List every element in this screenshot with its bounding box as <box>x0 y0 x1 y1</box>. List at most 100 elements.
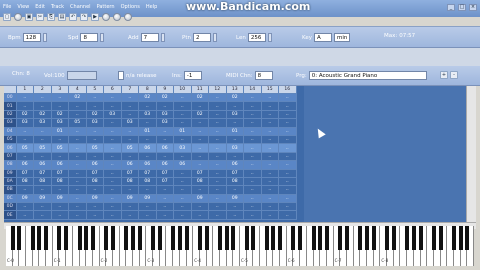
grid-cell[interactable]: .. <box>16 152 34 162</box>
grid-cell[interactable]: .. <box>243 185 262 195</box>
grid-cell[interactable]: 01 <box>173 127 192 136</box>
grid-cell[interactable]: .. <box>68 169 87 178</box>
new-file-icon[interactable]: ▢ <box>3 13 11 21</box>
grid-cell[interactable]: .. <box>86 135 104 145</box>
grid-cell[interactable]: .. <box>121 210 139 220</box>
black-key[interactable] <box>184 226 189 250</box>
grid-cell[interactable]: .. <box>173 185 192 195</box>
grid-cell[interactable]: 02 <box>191 93 209 103</box>
black-key[interactable] <box>298 226 303 250</box>
grid-cell[interactable]: .. <box>33 152 52 162</box>
grid-cell[interactable]: .. <box>208 93 227 103</box>
grid-cell[interactable]: .. <box>278 110 297 120</box>
black-key[interactable] <box>411 226 416 250</box>
grid-cell[interactable]: 08 <box>138 177 157 187</box>
grid-cell[interactable]: .. <box>103 135 122 145</box>
grid-row[interactable]: 02 02 02 02.. 02 03.. 03 03.. 02.. 03...... <box>4 110 297 120</box>
grid-cell[interactable]: .. <box>33 210 52 220</box>
grid-cell[interactable]: 09 <box>191 194 209 204</box>
menu-item-edit[interactable]: Edit <box>35 4 45 10</box>
grid-cell[interactable]: .. <box>191 143 209 153</box>
mode-select[interactable]: min <box>333 33 351 42</box>
column-header[interactable]: 10 <box>173 86 192 94</box>
column-header[interactable]: 4 <box>68 86 87 94</box>
grid-cell[interactable]: .. <box>156 202 174 212</box>
grid-cell[interactable]: .. <box>51 185 69 195</box>
grid-cell[interactable]: 08 <box>86 177 104 187</box>
grid-cell[interactable]: .. <box>173 210 192 220</box>
grid-cell[interactable]: .. <box>208 194 227 204</box>
grid-cell[interactable]: .. <box>243 210 262 220</box>
grid-cell[interactable]: .. <box>226 118 244 128</box>
grid-cell[interactable]: 06 <box>33 160 52 170</box>
grid-cell[interactable]: 01 <box>226 127 244 136</box>
grid-cell[interactable]: 02 <box>68 93 87 103</box>
grid-cell[interactable]: .. <box>173 194 192 204</box>
grid-cell[interactable]: .. <box>103 152 122 162</box>
grid-cell[interactable]: .. <box>243 177 262 187</box>
grid-cell[interactable]: .. <box>173 118 192 128</box>
grid-cell[interactable]: 02 <box>156 93 174 103</box>
grid-cell[interactable]: .. <box>138 135 157 145</box>
grid-cell[interactable]: .. <box>138 202 157 212</box>
grid-cell[interactable]: .. <box>261 127 279 136</box>
black-key[interactable] <box>338 226 343 250</box>
midi-channel-field[interactable]: 8 <box>254 71 273 80</box>
grid-cell[interactable]: .. <box>261 169 279 178</box>
grid-cell[interactable]: .. <box>103 210 122 220</box>
black-key[interactable] <box>385 226 390 250</box>
cut-icon[interactable]: ✂ <box>36 13 44 21</box>
menu-item-channel[interactable]: Channel <box>70 4 91 10</box>
grid-cell[interactable]: .. <box>191 135 209 145</box>
grid-cell[interactable]: .. <box>51 135 69 145</box>
grid-cell[interactable]: .. <box>191 210 209 220</box>
grid-cell[interactable]: .. <box>208 160 227 170</box>
grid-cell[interactable]: .. <box>121 110 139 120</box>
grid-cell[interactable]: .. <box>86 185 104 195</box>
grid-cell[interactable]: 05 <box>33 143 52 153</box>
length-field[interactable]: 256 <box>247 33 266 42</box>
black-key[interactable] <box>311 226 316 250</box>
grid-cell[interactable]: 09 <box>86 194 104 204</box>
grid-cell[interactable]: .. <box>121 101 139 111</box>
grid-cell[interactable]: .. <box>103 118 122 128</box>
close-button[interactable]: × <box>469 4 477 11</box>
grid-cell[interactable]: .. <box>243 110 262 120</box>
bpm-spinner[interactable] <box>42 33 47 42</box>
black-key[interactable] <box>271 226 276 250</box>
piano-keyboard[interactable]: C-0 C-1 C-2 C-3 C-4 C-5 C-6 C-7 C-8 <box>6 226 474 266</box>
column-header[interactable]: 9 <box>156 86 174 94</box>
grid-cell[interactable]: .. <box>68 143 87 153</box>
menu-item-pattern[interactable]: Pattern <box>97 4 115 10</box>
grid-cell[interactable]: 07 <box>226 169 244 178</box>
grid-cell[interactable]: .. <box>51 93 69 103</box>
grid-cell[interactable]: 07 <box>156 169 174 178</box>
column-header[interactable]: 12 <box>208 86 227 94</box>
black-key[interactable] <box>451 226 456 250</box>
grid-cell[interactable]: 07 <box>138 169 157 178</box>
stop-icon[interactable] <box>113 13 121 21</box>
black-key[interactable] <box>405 226 410 250</box>
grid-cell[interactable]: .. <box>68 202 87 212</box>
grid-cell[interactable]: .. <box>86 152 104 162</box>
grid-cell[interactable]: 01 <box>138 127 157 136</box>
grid-cell[interactable]: 02 <box>191 110 209 120</box>
grid-cell[interactable]: 08 <box>226 177 244 187</box>
grid-cell[interactable]: .. <box>138 118 157 128</box>
black-key[interactable] <box>318 226 323 250</box>
grid-cell[interactable]: 07 <box>16 169 34 178</box>
black-key[interactable] <box>418 226 423 250</box>
grid-cell[interactable]: 05 <box>121 143 139 153</box>
grid-cell[interactable]: .. <box>243 118 262 128</box>
grid-cell[interactable]: .. <box>191 127 209 136</box>
speed-spinner[interactable] <box>100 33 105 42</box>
grid-cell[interactable]: 06 <box>16 160 34 170</box>
grid-cell[interactable]: 07 <box>156 177 174 187</box>
add-spinner[interactable] <box>160 33 165 42</box>
grid-cell[interactable]: .. <box>278 210 297 220</box>
grid-cell[interactable]: 06 <box>86 160 104 170</box>
black-key[interactable] <box>358 226 363 250</box>
black-key[interactable] <box>264 226 269 250</box>
grid-cell[interactable]: .. <box>243 202 262 212</box>
grid-cell[interactable]: .. <box>261 110 279 120</box>
